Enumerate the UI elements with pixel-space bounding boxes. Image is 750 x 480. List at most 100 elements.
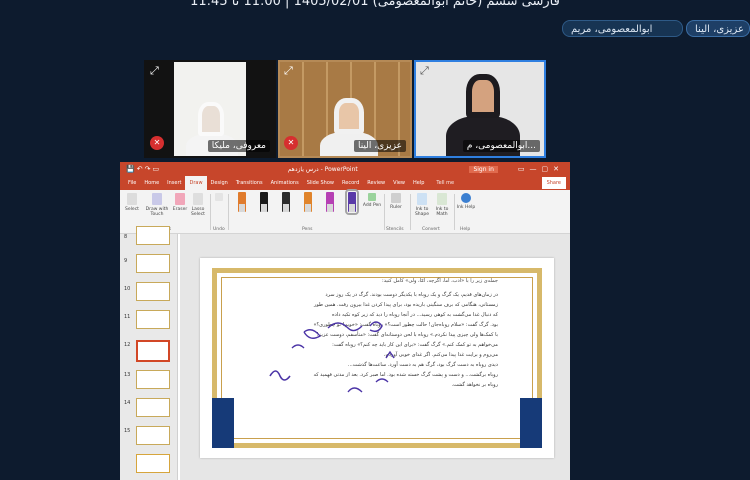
ribbon-divider: [210, 194, 211, 230]
video-tile-marufi[interactable]: ⤢ ✕ معروفی، ملیکا: [144, 60, 276, 158]
add-pen-icon: [368, 193, 376, 201]
ruler-button[interactable]: Ruler: [386, 193, 406, 210]
tab-view[interactable]: View: [389, 176, 409, 190]
participant-name: ابوالمعصومی، م...: [462, 140, 540, 152]
slide-thumbnails-pane[interactable]: 8 9 10 11 12 13 14 15: [120, 226, 178, 480]
meeting-title: فارسی ششم (خانم ابوالمعصومی) 1405/02/01 …: [190, 0, 560, 9]
lasso-select-tool[interactable]: Lasso Select: [188, 193, 208, 217]
participant-name: معروفی، ملیکا: [207, 140, 270, 152]
orange-pen[interactable]: [238, 192, 246, 212]
thumb-number: 12: [124, 342, 131, 348]
undo-group-label: Undo: [213, 227, 225, 232]
ink-to-math-button[interactable]: Ink to Math: [432, 193, 452, 217]
tab-record[interactable]: Record: [338, 176, 363, 190]
ink-to-shape-button[interactable]: Ink to Shape: [412, 193, 432, 217]
thumb-number: 11: [124, 314, 131, 320]
tab-review[interactable]: Review: [363, 176, 389, 190]
undo-icon: [215, 193, 223, 201]
participant-name: عزیزی، الینا: [353, 140, 406, 152]
slide-editing-area[interactable]: جمله‌ی زیر را با «ادب، اما، اگرچه، امّا،…: [180, 234, 570, 480]
dark-pen[interactable]: [282, 192, 290, 212]
video-tile-abolmasoumi[interactable]: ⤢ ابوالمعصومی، م...: [414, 60, 546, 158]
ribbon-tabs: File Home Insert Draw Design Transitions…: [120, 176, 570, 190]
tab-draw[interactable]: Draw: [185, 176, 207, 190]
tell-me-search[interactable]: Tell me: [432, 176, 458, 190]
sign-in-button[interactable]: Sign in: [469, 165, 498, 173]
ribbon-divider: [454, 194, 455, 230]
participant-video-face: [334, 98, 364, 134]
ruler-label: Ruler: [390, 205, 402, 210]
slide-thumbnail[interactable]: [136, 398, 170, 417]
add-pen-button[interactable]: Add Pen: [362, 193, 382, 208]
add-pen-label: Add Pen: [362, 203, 382, 208]
ink-to-math-icon: [437, 193, 447, 205]
slide-thumbnail[interactable]: [136, 282, 170, 301]
video-tile-aziziy[interactable]: ⤢ ✕ عزیزی، الینا: [278, 60, 412, 158]
cursor-icon: [127, 193, 137, 205]
tab-slide-show[interactable]: Slide Show: [303, 176, 338, 190]
slide-thumbnail[interactable]: [136, 426, 170, 445]
tab-home[interactable]: Home: [140, 176, 163, 190]
thumb-number: 10: [124, 286, 131, 292]
stencils-group-label: Stencils: [386, 227, 404, 232]
pen-ink-annotations: [269, 321, 395, 393]
expand-icon[interactable]: ⤢: [150, 64, 159, 78]
ribbon-divider: [410, 194, 411, 230]
ink-to-shape-icon: [417, 193, 427, 205]
slide-thumbnail[interactable]: [136, 370, 170, 389]
thumb-number: 9: [124, 258, 128, 264]
undo-button[interactable]: [212, 193, 226, 203]
convert-group-label: Convert: [422, 227, 440, 232]
participant-video-face: [466, 74, 500, 118]
selected-violet-pen[interactable]: [345, 189, 359, 215]
tab-transitions[interactable]: Transitions: [232, 176, 267, 190]
expand-icon[interactable]: ⤢: [420, 64, 429, 78]
tab-insert[interactable]: Insert: [163, 176, 185, 190]
help-group-label: Help: [460, 227, 471, 232]
current-slide[interactable]: جمله‌ی زیر را با «ادب، اما، اگرچه، امّا،…: [200, 258, 554, 458]
highlighter-pen[interactable]: [304, 192, 312, 212]
purple-pen[interactable]: [326, 192, 334, 212]
ink-to-shape-label: Ink to Shape: [414, 207, 430, 217]
window-controls[interactable]: ▭—▢✕: [518, 165, 564, 173]
document-title: درس یازدهم - PowerPoint: [287, 165, 358, 173]
select-label: Select: [125, 207, 139, 212]
lasso-icon: [193, 193, 203, 205]
slide-thumbnail[interactable]: [136, 310, 170, 329]
participant-chip-abolmasoumi[interactable]: ابوالمعصومی، مریم: [562, 20, 683, 37]
quick-access-toolbar[interactable]: 💾↶↷▭: [126, 165, 176, 173]
select-tool[interactable]: Select: [122, 193, 142, 212]
lasso-select-label: Lasso Select: [191, 207, 205, 217]
share-button[interactable]: Share: [541, 177, 566, 189]
ruler-icon: [391, 193, 401, 203]
ribbon-divider: [384, 194, 385, 230]
thumb-number: 15: [124, 428, 131, 434]
pens-group-label: Pens: [302, 227, 313, 232]
ppt-titlebar: 💾↶↷▭ درس یازدهم - PowerPoint Sign in ▭—▢…: [120, 162, 570, 176]
tab-file[interactable]: File: [124, 176, 140, 190]
slide-thumbnail-selected[interactable]: [136, 340, 170, 362]
slide-thumbnail[interactable]: [136, 226, 170, 245]
participant-chip-aziziy[interactable]: عزیزی، الینا: [686, 20, 750, 37]
eraser-tool[interactable]: Eraser: [170, 193, 190, 212]
mic-muted-icon: ✕: [150, 136, 164, 150]
eraser-label: Eraser: [172, 207, 188, 212]
thumb-number: 13: [124, 372, 131, 378]
tab-design[interactable]: Design: [207, 176, 232, 190]
slide-thumbnail[interactable]: [136, 454, 170, 473]
ink-help-button[interactable]: Ink Help: [456, 193, 476, 210]
slide-thumbnail[interactable]: [136, 254, 170, 273]
tab-help[interactable]: Help: [409, 176, 428, 190]
thumb-number: 8: [124, 234, 128, 240]
tab-animations[interactable]: Animations: [267, 176, 303, 190]
thumb-number: 14: [124, 400, 131, 406]
ink-to-math-label: Ink to Math: [435, 207, 449, 217]
touch-icon: [152, 193, 162, 205]
powerpoint-window: 💾↶↷▭ درس یازدهم - PowerPoint Sign in ▭—▢…: [120, 162, 570, 480]
ribbon-divider: [228, 194, 229, 230]
black-pen[interactable]: [260, 192, 268, 212]
ink-help-label: Ink Help: [456, 205, 476, 210]
draw-with-touch-tool[interactable]: Draw with Touch: [144, 193, 170, 217]
expand-icon[interactable]: ⤢: [284, 64, 293, 78]
draw-with-touch-label: Draw with Touch: [145, 207, 169, 217]
